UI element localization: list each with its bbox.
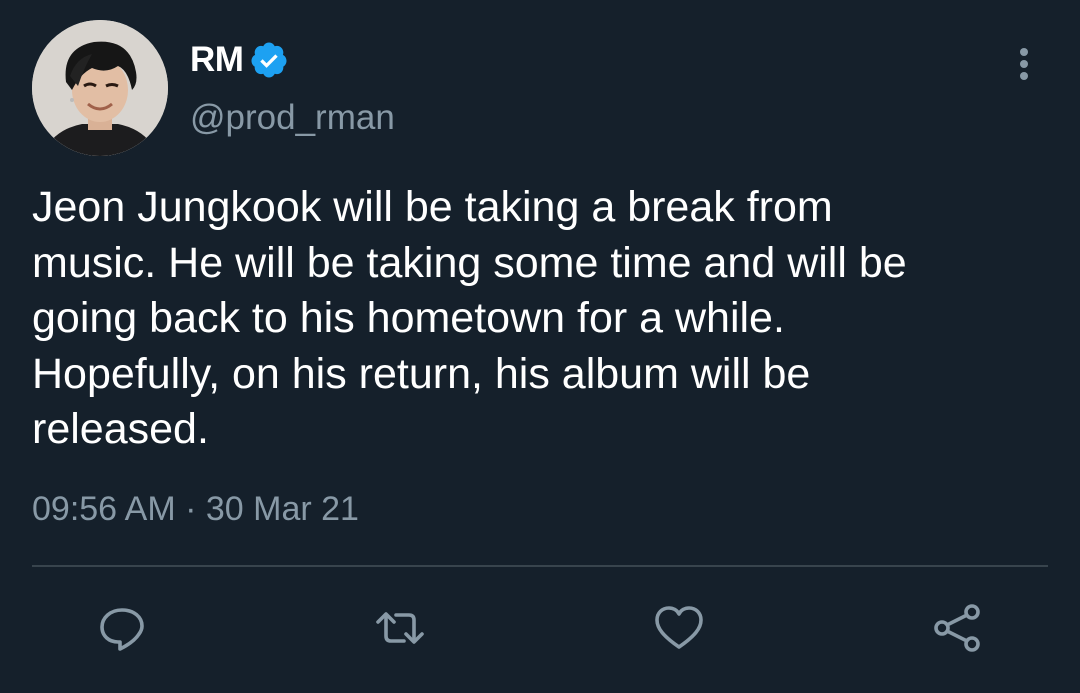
author-display-name[interactable]: RM	[190, 40, 244, 80]
divider	[32, 565, 1048, 567]
verified-badge-icon	[249, 40, 289, 80]
retweet-button[interactable]	[372, 600, 428, 656]
author-name-row[interactable]: RM	[190, 36, 289, 84]
author-handle[interactable]: @prod_rman	[190, 98, 395, 138]
tweet-timestamp[interactable]: 09:56 AM · 30 Mar 21	[32, 490, 359, 529]
avatar[interactable]	[32, 20, 168, 156]
tweet-card: RM @prod_rman Jeon Jungkook will be taki…	[0, 0, 1080, 693]
tweet-text: Jeon Jungkook will be taking a break fro…	[32, 183, 907, 453]
share-button[interactable]	[930, 600, 986, 656]
share-icon	[934, 604, 980, 652]
reply-button[interactable]	[94, 600, 150, 656]
reply-icon	[100, 608, 144, 651]
avatar-image	[32, 20, 168, 156]
retweet-icon	[376, 612, 424, 644]
more-options-icon[interactable]	[1004, 44, 1044, 84]
like-button[interactable]	[651, 600, 707, 656]
heart-icon	[655, 606, 703, 649]
